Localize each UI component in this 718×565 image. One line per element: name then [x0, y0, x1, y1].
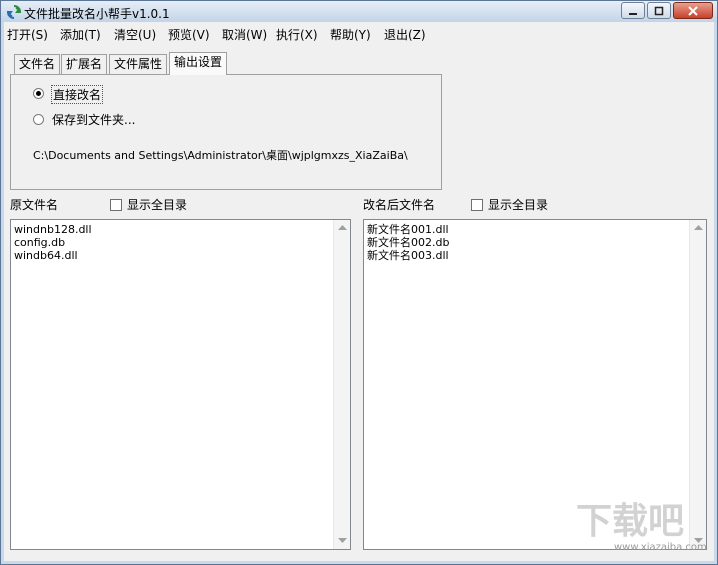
radio-direct-rename[interactable]	[33, 88, 44, 99]
menu-add[interactable]: 添加(T)	[60, 26, 101, 44]
radio-direct-rename-label[interactable]: 直接改名	[51, 85, 104, 104]
menu-cancel[interactable]: 取消(W)	[222, 26, 267, 44]
tab-output-settings[interactable]: 输出设置	[169, 52, 228, 75]
title-bar[interactable]: 文件批量改名小帮手v1.0.1	[1, 1, 717, 22]
scroll-down-icon[interactable]	[338, 538, 347, 544]
list-item[interactable]: 新文件名002.db	[367, 236, 449, 249]
maximize-button[interactable]	[647, 2, 671, 19]
original-files-list[interactable]: windnb128.dll config.db windb64.dll	[10, 219, 351, 550]
list-item[interactable]: 新文件名003.dll	[367, 249, 449, 262]
list-item[interactable]: windnb128.dll	[14, 223, 92, 236]
menu-execute[interactable]: 执行(X)	[276, 26, 318, 44]
maximize-icon	[654, 6, 664, 15]
minimize-button[interactable]	[621, 2, 645, 19]
list-item[interactable]: windb64.dll	[14, 249, 92, 262]
radio-save-to-folder-label[interactable]: 保存到文件夹...	[52, 111, 135, 128]
radio-save-to-folder[interactable]	[33, 114, 44, 125]
tab-extension[interactable]: 扩展名	[61, 54, 108, 74]
menu-help[interactable]: 帮助(Y)	[330, 26, 371, 44]
original-show-all-label[interactable]: 显示全目录	[127, 196, 187, 213]
menu-clear[interactable]: 清空(U)	[114, 26, 156, 44]
original-list-scrollbar[interactable]	[333, 220, 350, 549]
tab-filename[interactable]: 文件名	[14, 54, 61, 74]
output-settings-panel: 直接改名 保存到文件夹... C:\Documents and Settings…	[10, 74, 442, 190]
close-icon	[688, 5, 698, 16]
window-title: 文件批量改名小帮手v1.0.1	[24, 7, 170, 21]
list-item[interactable]: config.db	[14, 236, 92, 249]
watermark-url: www.xiazaiba.com	[614, 542, 707, 553]
original-filename-header: 原文件名	[10, 198, 59, 212]
menu-exit[interactable]: 退出(Z)	[384, 26, 426, 44]
app-icon	[7, 5, 21, 19]
renamed-list-scrollbar[interactable]	[689, 220, 706, 549]
renamed-show-all-label[interactable]: 显示全目录	[488, 196, 548, 213]
minimize-icon	[629, 12, 637, 15]
menu-open[interactable]: 打开(S)	[7, 26, 48, 44]
renamed-filename-header: 改名后文件名	[363, 198, 436, 212]
watermark-brand: 下载吧	[576, 501, 685, 542]
menu-preview[interactable]: 预览(V)	[168, 26, 210, 44]
original-files-items: windnb128.dll config.db windb64.dll	[14, 223, 92, 262]
tab-attributes[interactable]: 文件属性	[109, 54, 168, 74]
output-path: C:\Documents and Settings\Administrator\…	[33, 149, 408, 162]
renamed-files-items: 新文件名001.dll 新文件名002.db 新文件名003.dll	[367, 223, 449, 262]
scroll-up-icon[interactable]	[338, 225, 347, 231]
close-button[interactable]	[673, 2, 713, 19]
scroll-up-icon[interactable]	[694, 225, 703, 231]
radio-selected-dot	[36, 91, 41, 96]
original-show-all-checkbox[interactable]	[110, 199, 122, 211]
renamed-show-all-checkbox[interactable]	[471, 199, 483, 211]
list-item[interactable]: 新文件名001.dll	[367, 223, 449, 236]
client-area: 打开(S) 添加(T) 清空(U) 预览(V) 取消(W) 执行(X) 帮助(Y…	[4, 22, 714, 561]
